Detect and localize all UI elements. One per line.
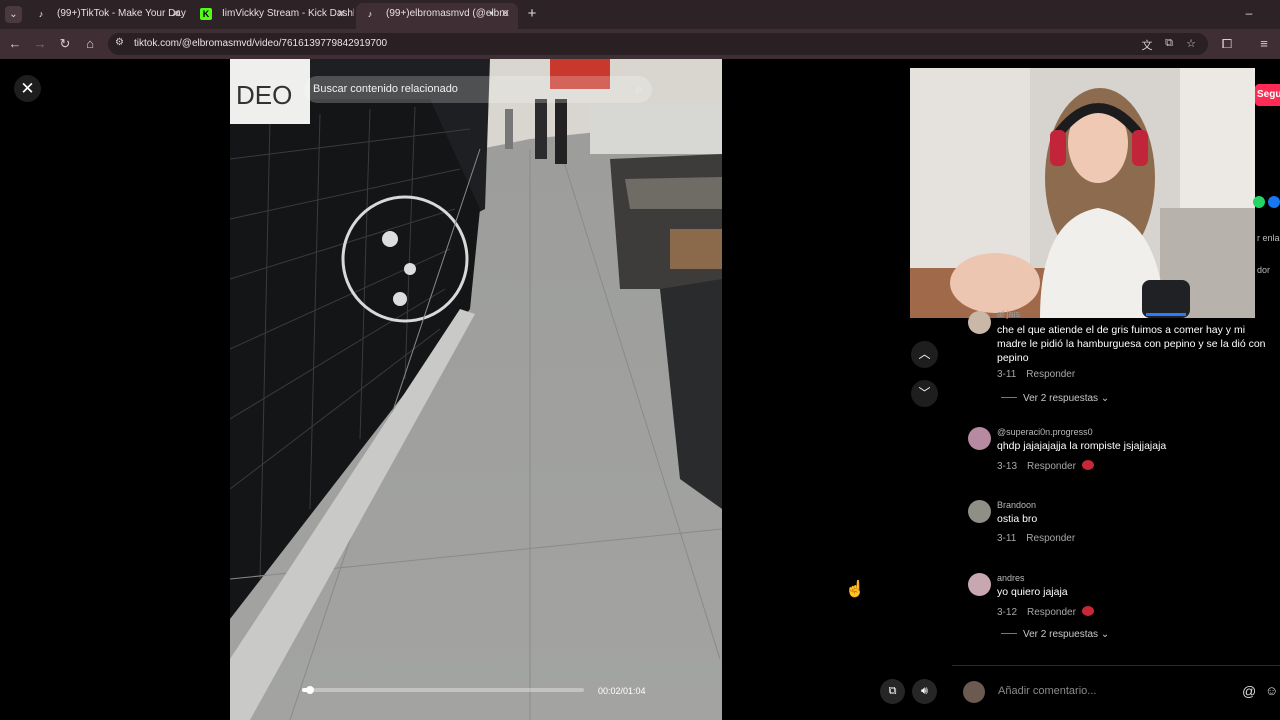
tab-title: IimVickky Stream - Kick Dashbo <box>222 8 354 19</box>
tiktok-icon: ♪ <box>38 9 44 19</box>
comment-date: 3-11 <box>997 533 1017 544</box>
creator-label: dor <box>1257 265 1271 275</box>
video-time: 00:02/01:04 <box>598 686 646 696</box>
video-player[interactable]: DEO Buscar contenido relacionado ⌕ 00:02… <box>230 59 722 720</box>
comment-username[interactable]: Brandoon <box>997 500 1036 510</box>
creator-liked-icon <box>1081 460 1094 470</box>
comment-text: yo quiero jajaja <box>997 586 1068 598</box>
follow-button[interactable]: Segu <box>1255 84 1280 106</box>
view-replies-label: Ver 2 respuestas <box>1023 393 1099 404</box>
tab-title: (99+)TikTok - Make Your Day <box>57 8 186 19</box>
comment-username[interactable]: @superaci0n.progress0 <box>997 427 1093 437</box>
view-replies-button[interactable]: Ver 2 respuestas ⌄ <box>1001 393 1109 404</box>
url-field[interactable]: ⚙ tiktok.com/@elbromasmvd/video/76161397… <box>108 33 1208 55</box>
search-placeholder: Buscar contenido relacionado <box>313 83 458 95</box>
tab-kick[interactable]: K IimVickky Stream - Kick Dashbo ✕ <box>192 3 354 29</box>
video-progress-bar[interactable] <box>302 686 584 694</box>
minimize-icon[interactable]: – <box>1241 6 1257 20</box>
whatsapp-icon[interactable] <box>1253 196 1265 208</box>
comment-username[interactable]: andres <box>997 573 1025 583</box>
tiktok-icon: ♪ <box>367 9 373 19</box>
view-replies-button[interactable]: Ver 2 respuestas ⌄ <box>1001 629 1109 640</box>
comment-meta: 3-11 Responder <box>997 533 1075 544</box>
avatar[interactable] <box>968 500 991 523</box>
comment-date: 3-11 <box>997 369 1017 380</box>
svg-text:DEO: DEO <box>236 80 292 110</box>
reply-button[interactable]: Responder <box>1027 461 1076 472</box>
comment-meta: 3-13 Responder <box>997 460 1094 472</box>
extensions-icon[interactable]: ⧠ <box>1219 36 1235 52</box>
volume-icon[interactable]: 🔊︎ <box>912 679 937 704</box>
view-replies-label: Ver 2 respuestas <box>1023 629 1099 640</box>
avatar <box>963 681 985 703</box>
streamer-webcam <box>910 68 1255 318</box>
next-video-button[interactable]: ﹀ <box>911 380 938 407</box>
reply-button[interactable]: Responder <box>1026 369 1075 380</box>
close-icon[interactable]: ✕ <box>172 3 181 25</box>
tab-elbromasmvd[interactable]: ♪ (99+)elbromasmvd (@elbro 🔈︎ ✕ <box>356 3 518 29</box>
comment-text: qhdp jajajajajja la rompiste jsjajjajaja <box>997 440 1167 452</box>
mouse-cursor-icon: ☝ <box>845 581 865 598</box>
chevron-down-icon: ⌄ <box>1098 629 1110 640</box>
comment-item: Brandoon ostia bro 3-11 Responder <box>968 500 1280 550</box>
browser-tab-bar: ⌄ ♪ (99+)TikTok - Make Your Day ✕ K IimV… <box>0 0 1280 29</box>
tab-search-icon[interactable]: ⌄ <box>5 6 22 23</box>
tiktok-video-page: ✕ DEO Buscar contenido relacionado ⌕ 00:… <box>0 59 1280 720</box>
avatar[interactable] <box>968 311 991 334</box>
home-icon[interactable]: ⌂ <box>82 36 98 52</box>
bookmark-star-icon[interactable]: ☆ <box>1184 37 1198 50</box>
comment-item: andres yo quiero jajaja 3-12 Responder <box>968 573 1280 623</box>
comment-item: che el que atiende el de gris fuimos a c… <box>968 311 1280 391</box>
comment-date: 3-12 <box>997 607 1018 618</box>
forward-icon[interactable]: → <box>32 36 48 52</box>
speaker-icon[interactable]: 🔈︎ <box>490 3 496 25</box>
reply-button[interactable]: Responder <box>1027 607 1076 618</box>
back-icon[interactable]: ← <box>7 36 23 52</box>
site-settings-icon[interactable]: ⚙ <box>115 37 124 48</box>
comment-meta: 3-12 Responder <box>997 606 1094 618</box>
add-comment-bar: Añadir comentario... @ ☺ <box>963 681 1280 703</box>
comment-text: che el que atiende el de gris fuimos a c… <box>997 324 1266 364</box>
chevron-down-icon: ⌄ <box>1098 393 1110 404</box>
new-tab-icon[interactable]: + <box>524 5 540 22</box>
replies-line <box>1001 633 1017 634</box>
url-text: tiktok.com/@elbromasmvd/video/7616139779… <box>134 38 388 49</box>
search-icon[interactable]: ⌕ <box>635 82 642 97</box>
translate-icon[interactable]: 文 <box>1140 37 1154 53</box>
comment-date: 3-13 <box>997 461 1018 472</box>
add-comment-input[interactable]: Añadir comentario... <box>998 685 1096 697</box>
video-frame: DEO <box>230 59 722 720</box>
comment-divider <box>952 665 1280 666</box>
avatar[interactable] <box>968 573 991 596</box>
avatar[interactable] <box>968 427 991 450</box>
picture-in-picture-icon[interactable]: ⧉ <box>880 679 905 704</box>
tab-tiktok[interactable]: ♪ (99+)TikTok - Make Your Day ✕ <box>27 3 189 29</box>
install-icon[interactable]: ⧉ <box>1162 37 1176 50</box>
close-icon[interactable]: ✕ <box>501 3 510 25</box>
related-search-bar[interactable]: Buscar contenido relacionado ⌕ <box>304 76 652 103</box>
mention-icon[interactable]: @ <box>1242 683 1256 699</box>
previous-video-button[interactable]: ︿ <box>911 341 938 368</box>
creator-liked-icon <box>1081 606 1094 616</box>
webcam-image <box>910 68 1255 318</box>
kick-icon: K <box>200 8 212 20</box>
menu-icon[interactable]: ≡ <box>1256 36 1272 52</box>
comment-item: @superaci0n.progress0 qhdp jajajajajja l… <box>968 427 1280 477</box>
emoji-icon[interactable]: ☺ <box>1265 683 1278 698</box>
copy-link-label[interactable]: r enla <box>1257 233 1280 243</box>
close-video-button[interactable]: ✕ <box>14 75 41 102</box>
close-icon[interactable]: ✕ <box>337 3 346 25</box>
reload-icon[interactable]: ↻ <box>57 36 73 52</box>
reply-button[interactable]: Responder <box>1026 533 1075 544</box>
comment-text: ostia bro <box>997 513 1038 525</box>
replies-line <box>1001 397 1017 398</box>
facebook-icon[interactable] <box>1268 196 1280 208</box>
address-toolbar: ← → ↻ ⌂ ⚙ tiktok.com/@elbromasmvd/video/… <box>0 29 1280 59</box>
comment-meta: 3-11 Responder <box>997 369 1075 380</box>
